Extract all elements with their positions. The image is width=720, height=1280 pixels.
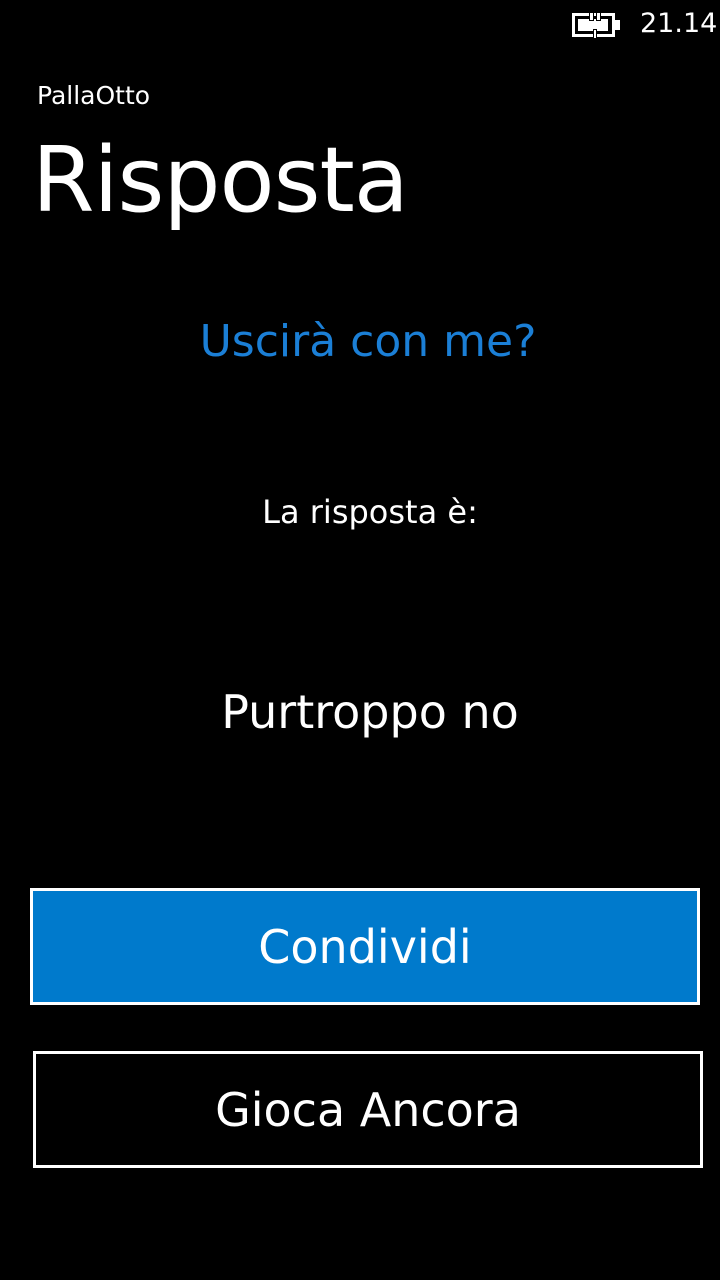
question-text: Uscirà con me?	[199, 316, 537, 367]
app-name: PallaOtto	[37, 81, 151, 110]
page-title: Risposta	[32, 128, 409, 233]
status-bar: 21.14	[0, 0, 720, 48]
status-clock: 21.14	[640, 8, 718, 39]
play-again-button-label: Gioca Ancora	[215, 1082, 521, 1137]
play-again-button[interactable]: Gioca Ancora	[33, 1051, 703, 1168]
battery-charging-icon	[572, 12, 620, 38]
answer-label: La risposta è:	[262, 493, 478, 531]
answer-text: Purtroppo no	[221, 685, 519, 739]
share-button[interactable]: Condividi	[30, 888, 700, 1005]
screen: 21.14 PallaOtto Risposta Uscirà con me? …	[0, 0, 720, 1280]
share-button-label: Condividi	[258, 919, 472, 974]
